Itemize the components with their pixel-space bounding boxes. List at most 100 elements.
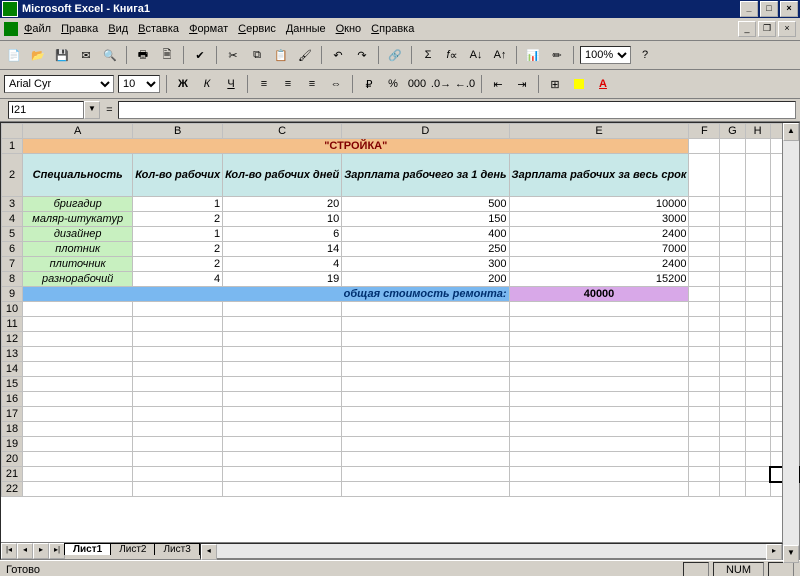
cell[interactable]	[23, 332, 133, 347]
cell[interactable]	[23, 422, 133, 437]
mdi-minimize-button[interactable]: _	[738, 21, 756, 37]
row-header[interactable]: 13	[2, 347, 23, 362]
minimize-button[interactable]: _	[740, 1, 758, 17]
print-icon[interactable]: 🖶	[133, 45, 153, 65]
cell[interactable]	[342, 362, 509, 377]
cell[interactable]	[342, 467, 509, 482]
paste-icon[interactable]: 📋	[271, 45, 291, 65]
cell[interactable]	[720, 227, 745, 242]
row-header[interactable]: 16	[2, 392, 23, 407]
merge-center-icon[interactable]: ⇔	[326, 74, 346, 94]
cell[interactable]	[23, 347, 133, 362]
data-cell[interactable]: 1	[133, 227, 223, 242]
cell[interactable]	[745, 257, 770, 272]
currency-icon[interactable]: ₽	[359, 74, 379, 94]
decrease-indent-icon[interactable]: ⇤	[488, 74, 508, 94]
cell[interactable]	[133, 482, 223, 497]
cell[interactable]	[509, 467, 689, 482]
cell[interactable]	[223, 317, 342, 332]
cell[interactable]	[342, 437, 509, 452]
row-header[interactable]: 5	[2, 227, 23, 242]
comma-icon[interactable]: 000	[407, 74, 427, 94]
cell[interactable]	[509, 362, 689, 377]
cell[interactable]	[223, 377, 342, 392]
cell[interactable]	[509, 452, 689, 467]
cell[interactable]	[23, 452, 133, 467]
cell[interactable]	[720, 437, 745, 452]
title-cell[interactable]: "СТРОЙКА"	[23, 139, 689, 154]
cell[interactable]	[745, 482, 770, 497]
data-cell[interactable]: 10	[223, 212, 342, 227]
data-cell[interactable]: 150	[342, 212, 509, 227]
cell[interactable]	[133, 392, 223, 407]
row-header[interactable]: 14	[2, 362, 23, 377]
cell[interactable]	[689, 197, 720, 212]
row-header[interactable]: 17	[2, 407, 23, 422]
new-icon[interactable]: 📄	[4, 45, 24, 65]
cell[interactable]	[720, 482, 745, 497]
cell[interactable]	[720, 302, 745, 317]
cell[interactable]	[133, 422, 223, 437]
fill-color-icon[interactable]	[569, 74, 589, 94]
data-cell[interactable]: 3000	[509, 212, 689, 227]
undo-icon[interactable]: ↶	[328, 45, 348, 65]
cell[interactable]	[223, 422, 342, 437]
data-cell[interactable]: 15200	[509, 272, 689, 287]
cell[interactable]	[745, 197, 770, 212]
scroll-down-button[interactable]: ▼	[783, 545, 799, 563]
cell[interactable]	[23, 482, 133, 497]
cell[interactable]	[720, 407, 745, 422]
bold-icon[interactable]: Ж	[173, 74, 193, 94]
chart-wizard-icon[interactable]: 📊	[523, 45, 543, 65]
select-all-corner[interactable]	[2, 124, 23, 139]
menu-Данные[interactable]: Данные	[286, 23, 326, 35]
row-header[interactable]: 4	[2, 212, 23, 227]
row-header[interactable]: 6	[2, 242, 23, 257]
borders-icon[interactable]: ⊞	[545, 74, 565, 94]
cell[interactable]	[745, 332, 770, 347]
cell[interactable]	[23, 467, 133, 482]
mdi-close-button[interactable]: ×	[778, 21, 796, 37]
cell[interactable]	[133, 362, 223, 377]
row-header[interactable]: 12	[2, 332, 23, 347]
cell[interactable]	[223, 407, 342, 422]
tab-next-button[interactable]: ▸	[33, 543, 49, 559]
tab-prev-button[interactable]: ◂	[17, 543, 33, 559]
align-left-icon[interactable]: ≡	[254, 74, 274, 94]
mdi-restore-button[interactable]: ❐	[758, 21, 776, 37]
cell[interactable]	[689, 362, 720, 377]
menu-Файл[interactable]: Файл	[24, 23, 51, 35]
hyperlink-icon[interactable]: 🔗	[385, 45, 405, 65]
row-header[interactable]: 15	[2, 377, 23, 392]
cell[interactable]	[509, 332, 689, 347]
column-header[interactable]: B	[133, 124, 223, 139]
cell[interactable]	[342, 347, 509, 362]
cell[interactable]	[509, 377, 689, 392]
table-header-cell[interactable]: Зарплата рабочего за 1 день	[342, 154, 509, 197]
cell[interactable]	[689, 317, 720, 332]
row-header[interactable]: 7	[2, 257, 23, 272]
cell[interactable]	[223, 467, 342, 482]
cell[interactable]	[720, 287, 745, 302]
increase-indent-icon[interactable]: ⇥	[512, 74, 532, 94]
italic-icon[interactable]: К	[197, 74, 217, 94]
data-cell[interactable]: 2	[133, 242, 223, 257]
cell[interactable]	[133, 317, 223, 332]
cell[interactable]	[720, 377, 745, 392]
cell[interactable]	[745, 422, 770, 437]
row-header[interactable]: 18	[2, 422, 23, 437]
cell[interactable]	[745, 377, 770, 392]
cell[interactable]	[689, 332, 720, 347]
cell[interactable]	[745, 272, 770, 287]
total-label-cell[interactable]: общая стоимость ремонта:	[23, 287, 509, 302]
data-cell[interactable]: 2400	[509, 257, 689, 272]
cell[interactable]	[745, 467, 770, 482]
formula-input[interactable]	[118, 101, 796, 119]
sheet-tab[interactable]: Лист1	[64, 543, 111, 555]
align-center-icon[interactable]: ≡	[278, 74, 298, 94]
sort-asc-icon[interactable]: A↓	[466, 45, 486, 65]
drawing-icon[interactable]: ✏	[547, 45, 567, 65]
data-cell[interactable]: 250	[342, 242, 509, 257]
cell[interactable]	[689, 437, 720, 452]
zoom-select[interactable]: 100%	[580, 46, 631, 64]
